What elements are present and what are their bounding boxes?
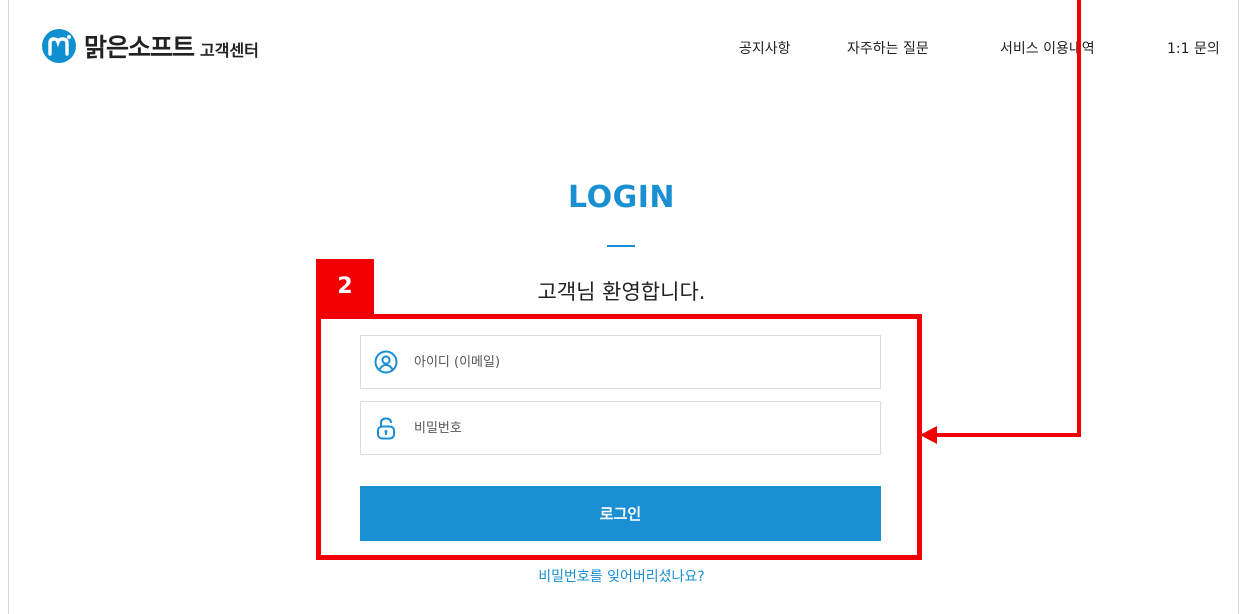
nav-inquiry[interactable]: 1:1 문의 xyxy=(1167,38,1220,58)
lock-icon xyxy=(372,414,400,442)
id-field[interactable] xyxy=(360,335,881,389)
user-circle-icon xyxy=(372,348,400,376)
annotation-badge: 2 xyxy=(316,259,374,314)
annotation-line-vertical xyxy=(1077,0,1081,436)
id-input[interactable] xyxy=(412,353,856,371)
login-title: LOGIN xyxy=(568,180,675,215)
password-input[interactable] xyxy=(412,419,856,437)
password-field[interactable] xyxy=(360,401,881,455)
nav-notice[interactable]: 공지사항 xyxy=(739,38,791,58)
title-divider xyxy=(607,245,635,247)
forgot-password-row: 비밀번호를 잊어버리셨나요? xyxy=(0,566,1243,586)
site-logo[interactable]: 맑은소프트 고객센터 xyxy=(42,28,259,64)
brand-subtitle: 고객센터 xyxy=(200,41,259,60)
welcome-text: 고객님 환영합니다. xyxy=(537,280,706,304)
m-logo-icon xyxy=(42,29,76,63)
forgot-password-link[interactable]: 비밀번호를 잊어버리셨나요? xyxy=(538,569,704,585)
annotation-arrow-icon xyxy=(920,426,937,444)
annotation-line-horizontal xyxy=(935,433,1081,437)
login-button[interactable]: 로그인 xyxy=(360,486,881,541)
nav-faq[interactable]: 자주하는 질문 xyxy=(847,38,929,58)
brand-name: 맑은소프트 xyxy=(84,33,195,62)
